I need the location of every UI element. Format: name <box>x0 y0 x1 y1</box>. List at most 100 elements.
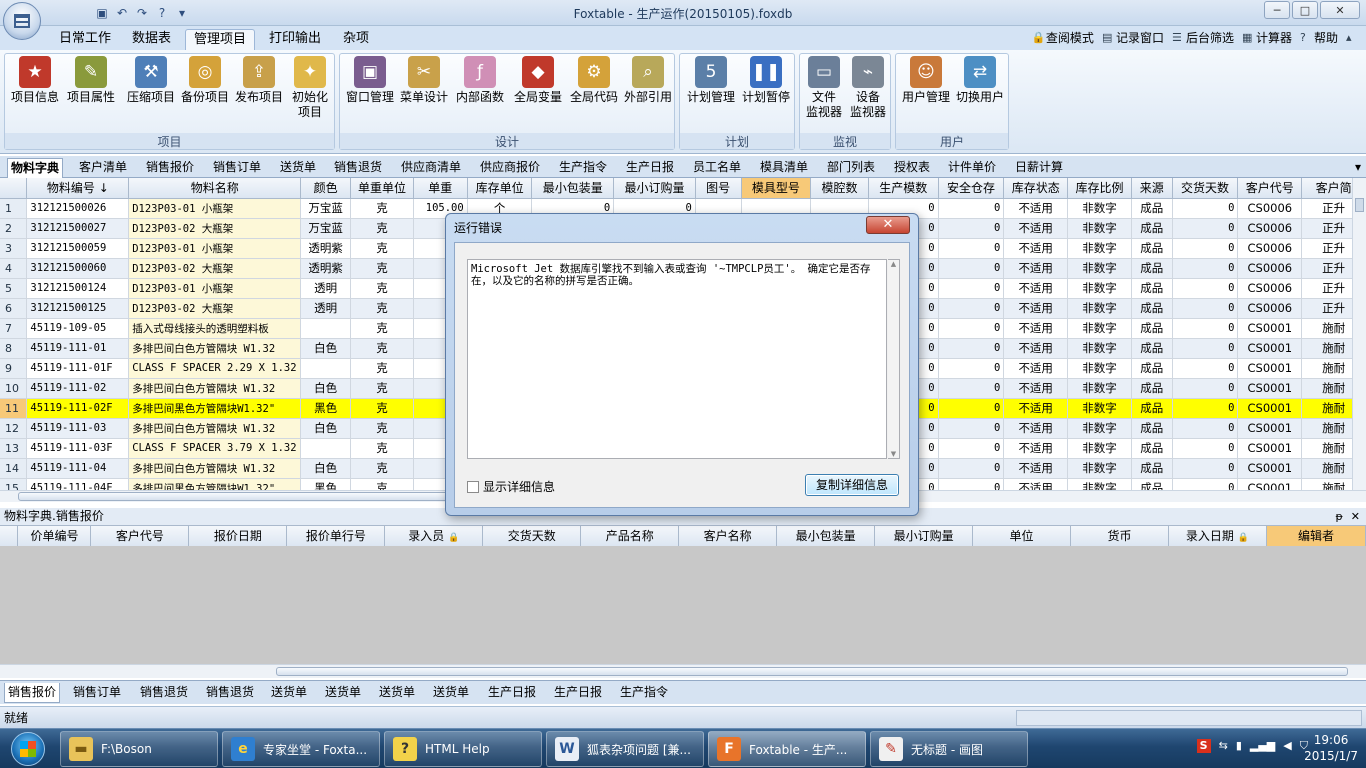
table-cell[interactable]: 成品 <box>1131 338 1173 359</box>
table-cell[interactable]: CS0006 <box>1237 258 1303 279</box>
table-cell[interactable]: CS0001 <box>1237 358 1303 379</box>
column-header[interactable]: 录入日期 🔒 <box>1168 526 1267 547</box>
table-cell[interactable]: 45119-111-03F <box>26 438 130 459</box>
view-mode-toggle[interactable]: 🔒 查阅模式 <box>1032 29 1094 47</box>
table-cell[interactable]: 45119-111-02F <box>26 398 130 419</box>
user-manage-button[interactable]: ☺ 用户管理 <box>898 56 954 105</box>
device-monitor-button[interactable]: ⌁ 设备 监视器 <box>846 56 890 120</box>
input-method-icon[interactable]: S <box>1196 739 1211 753</box>
table-cell[interactable]: 0 <box>1172 378 1239 399</box>
column-header[interactable]: 图号 <box>695 178 742 199</box>
menu-design-button[interactable]: ✂ 菜单设计 <box>396 56 452 105</box>
tab-sales-order[interactable]: 销售订单 <box>210 158 264 178</box>
table-cell[interactable]: 45119-111-04F <box>26 478 130 490</box>
table-cell[interactable]: 克 <box>350 358 414 379</box>
table-cell[interactable]: 不适用 <box>1003 438 1069 459</box>
table-cell[interactable]: 克 <box>350 378 414 399</box>
table-cell[interactable]: 成品 <box>1131 438 1173 459</box>
table-cell[interactable]: 312121500026 <box>26 198 130 219</box>
application-menu-button[interactable] <box>3 2 41 40</box>
table-cell[interactable]: CS0001 <box>1237 438 1303 459</box>
tab-material-dict[interactable]: 物料字典 <box>7 158 64 178</box>
ribbon-tab-misc[interactable]: 杂项 <box>335 29 377 50</box>
table-cell[interactable]: 透明 <box>300 278 352 299</box>
table-cell[interactable]: 非数字 <box>1067 378 1132 399</box>
volume-icon[interactable]: ◀ <box>1283 739 1291 753</box>
table-cell[interactable]: 312121500060 <box>26 258 130 279</box>
table-cell[interactable]: 克 <box>350 338 414 359</box>
column-header[interactable]: 单重 <box>413 178 468 199</box>
table-cell[interactable]: 0 <box>1172 478 1239 490</box>
table-cell[interactable]: 成品 <box>1131 198 1173 219</box>
column-header[interactable]: 物料编号 ↓ <box>26 178 130 199</box>
related-tab[interactable]: 送货单 <box>268 683 310 703</box>
signal-bars-icon[interactable]: ▂▄▆ <box>1250 739 1275 753</box>
table-cell[interactable]: 透明 <box>300 298 352 319</box>
material-name-cell[interactable]: 插入式母线接头的透明塑料板 <box>128 318 302 339</box>
table-cell[interactable]: 克 <box>350 238 414 259</box>
table-cell[interactable]: 0 <box>1172 238 1239 259</box>
column-header[interactable]: 库存状态 <box>1003 178 1069 199</box>
table-cell[interactable]: 0 <box>938 378 1005 399</box>
tab-piece-rate[interactable]: 计件单价 <box>945 158 999 178</box>
related-tab[interactable]: 送货单 <box>376 683 418 703</box>
table-cell[interactable]: 0 <box>1172 398 1239 419</box>
taskbar-item-ie[interactable]: e 专家坐堂 - Foxta... <box>222 731 380 767</box>
table-cell[interactable]: 透明紫 <box>300 238 352 259</box>
tab-customers[interactable]: 客户清单 <box>76 158 130 178</box>
table-cell[interactable]: 0 <box>1172 318 1239 339</box>
table-cell[interactable]: 45119-111-04 <box>26 458 130 479</box>
column-header[interactable]: 报价日期 <box>188 526 288 547</box>
table-cell[interactable]: CS0001 <box>1237 338 1303 359</box>
table-cell[interactable]: 0 <box>938 358 1005 379</box>
column-header[interactable]: 物料名称 <box>128 178 302 199</box>
close-icon[interactable]: ✕ <box>1351 508 1360 525</box>
tab-production-daily[interactable]: 生产日报 <box>623 158 677 178</box>
table-cell[interactable]: 0 <box>1172 418 1239 439</box>
tab-departments[interactable]: 部门列表 <box>824 158 878 178</box>
table-cell[interactable]: 成品 <box>1131 398 1173 419</box>
taskbar-item-html-help[interactable]: ? HTML Help <box>384 731 542 767</box>
table-cell[interactable] <box>300 438 352 459</box>
table-cell[interactable]: 成品 <box>1131 378 1173 399</box>
table-cell[interactable]: 非数字 <box>1067 298 1132 319</box>
table-cell[interactable]: 不适用 <box>1003 418 1069 439</box>
table-cell[interactable]: 0 <box>1172 198 1239 219</box>
minimize-button[interactable]: ─ <box>1264 1 1290 19</box>
table-cell[interactable]: 透明紫 <box>300 258 352 279</box>
material-name-cell[interactable]: CLASS F SPACER 2.29 X 1.32 <box>128 358 302 379</box>
table-cell[interactable]: CS0006 <box>1237 218 1303 239</box>
column-header[interactable]: 交货天数 <box>1172 178 1239 199</box>
material-name-cell[interactable]: D123P03-01 小瓶架 <box>128 198 302 219</box>
row-number-cell[interactable]: 4 <box>0 258 28 279</box>
table-cell[interactable]: 0 <box>1172 298 1239 319</box>
row-number-cell[interactable]: 6 <box>0 298 28 319</box>
related-tab[interactable]: 送货单 <box>322 683 364 703</box>
global-variables-button[interactable]: ◆ 全局变量 <box>510 56 566 105</box>
window-manage-button[interactable]: ▣ 窗口管理 <box>342 56 398 105</box>
table-cell[interactable]: 不适用 <box>1003 338 1069 359</box>
row-number-cell[interactable]: 7 <box>0 318 28 339</box>
table-cell[interactable]: 0 <box>938 398 1005 419</box>
related-tab[interactable]: 生产指令 <box>617 683 671 703</box>
row-number-cell[interactable]: 12 <box>0 418 28 439</box>
table-cell[interactable]: 成品 <box>1131 418 1173 439</box>
column-header[interactable]: 安全仓存 <box>938 178 1005 199</box>
table-cell[interactable]: 万宝蓝 <box>300 218 352 239</box>
table-cell[interactable]: 0 <box>1172 218 1239 239</box>
table-cell[interactable]: 成品 <box>1131 298 1173 319</box>
table-cell[interactable]: 成品 <box>1131 458 1173 479</box>
system-clock[interactable]: 19:06 2015/1/7 <box>1304 732 1358 764</box>
related-tab[interactable]: 送货单 <box>430 683 472 703</box>
scroll-thumb[interactable] <box>276 667 1348 676</box>
column-header[interactable]: 最小订购量 <box>874 526 974 547</box>
table-cell[interactable]: CS0001 <box>1237 418 1303 439</box>
ribbon-tab-daily[interactable]: 日常工作 <box>51 29 119 50</box>
table-cell[interactable]: 0 <box>1172 358 1239 379</box>
table-cell[interactable]: 非数字 <box>1067 418 1132 439</box>
table-cell[interactable]: 非数字 <box>1067 398 1132 419</box>
column-header[interactable]: 单重单位 <box>350 178 414 199</box>
table-cell[interactable]: 0 <box>1172 458 1239 479</box>
switch-user-button[interactable]: ⇄ 切换用户 <box>952 56 1008 105</box>
table-cell[interactable]: 白色 <box>300 418 352 439</box>
